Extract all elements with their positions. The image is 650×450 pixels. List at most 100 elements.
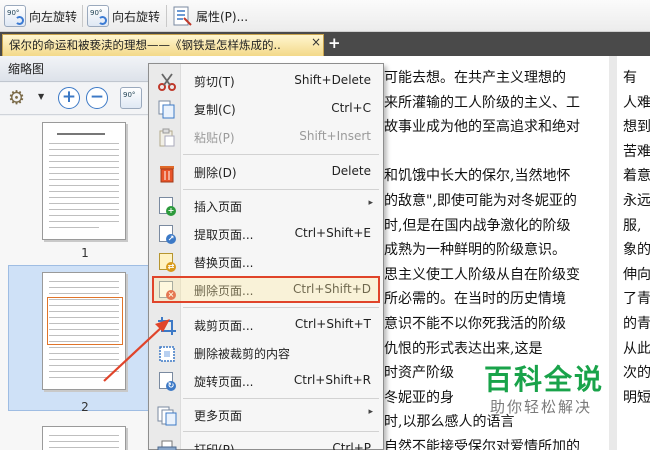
doc-line: 故事业成为他的至高追求和绝对	[384, 119, 580, 136]
thumbnail-panel: 缩略图 ⚙ ▼ + − 90° 1 2	[0, 56, 170, 450]
toolbar-divider	[82, 5, 83, 27]
main-toolbar: 90° 向左旋转 90° 向右旋转 属性(P)...	[0, 0, 650, 32]
extract-page-icon: ↗	[157, 225, 176, 244]
menu-item-shortcut: Ctrl+P	[332, 441, 371, 450]
doc-line: 可能去想。在共产主义理想的	[384, 70, 566, 86]
menu-separator	[183, 154, 379, 155]
page-number-2: 2	[81, 400, 89, 414]
menu-item-label: 更多页面	[194, 409, 243, 423]
doc-line: 服,	[623, 217, 642, 234]
highlight-annotation-box	[152, 276, 380, 303]
menu-item-insert-page[interactable]: + 插入页面 ▸	[149, 193, 383, 219]
menu-item-shortcut: Ctrl+Shift+R	[293, 373, 371, 387]
visible-region-indicator	[47, 297, 123, 345]
print-icon	[157, 440, 177, 450]
menu-item-label: 复制(C)	[194, 103, 236, 117]
toolbar-divider	[166, 5, 167, 27]
document-tab-bar: 保尔的命运和被亵渎的理想——《钢铁是怎样炼成的..	[0, 32, 650, 56]
doc-line: 意识不能不以你死我活的阶级	[384, 315, 566, 332]
doc-line: 想到	[623, 119, 650, 136]
doc-line: 有	[623, 70, 637, 86]
doc-line: 永远	[623, 192, 650, 209]
doc-line: 成熟为一种鲜明的阶级意识。	[384, 242, 566, 259]
tab-close-icon[interactable]: ×	[310, 35, 322, 49]
rotate-right-button[interactable]: 90° 向右旋转	[87, 3, 160, 29]
menu-item-label: 插入页面	[194, 200, 243, 214]
replace-page-icon: ⇄	[157, 253, 176, 272]
tab-active-document[interactable]: 保尔的命运和被亵渎的理想——《钢铁是怎样炼成的..	[2, 34, 324, 56]
doc-line: 着意	[623, 168, 650, 185]
gear-icon[interactable]: ⚙	[8, 88, 25, 108]
rotate-page-icon: ↻	[157, 372, 176, 391]
doc-line: 了青	[623, 291, 650, 308]
watermark-logo-text: 百科全说	[484, 363, 605, 396]
new-tab-icon[interactable]: +	[328, 36, 341, 51]
rotate-thumbnail-icon[interactable]: 90°	[120, 87, 142, 109]
doc-line: 人难	[623, 94, 650, 111]
menu-item-print[interactable]: 打印(P)... Ctrl+P	[149, 436, 383, 450]
doc-line	[384, 140, 606, 165]
menu-item-label: 提取页面...	[194, 228, 254, 242]
doc-line: 明短	[623, 389, 650, 406]
menu-item-label: 删除(D)	[194, 166, 237, 180]
menu-item-copy[interactable]: 复制(C) Ctrl+C	[149, 96, 383, 122]
rotate-left-button[interactable]: 90° 向左旋转	[4, 3, 77, 29]
chevron-right-icon: ▸	[368, 407, 373, 417]
doc-line: 时,但是在国内战争激化的阶级	[384, 217, 571, 234]
page-thumbnail-2[interactable]	[42, 272, 126, 390]
remove-cropped-icon	[157, 344, 175, 362]
doc-line: 来所灌输的工人阶级的主义、工	[384, 94, 580, 111]
menu-item-label: 粘贴(P)	[194, 131, 235, 145]
zoom-in-button[interactable]: +	[58, 87, 80, 109]
menu-item-shortcut: Ctrl+C	[331, 101, 371, 115]
doc-line: 伸向	[623, 266, 650, 283]
menu-item-cut[interactable]: 剪切(T) Shift+Delete	[149, 68, 383, 94]
page-thumbnail-1[interactable]	[42, 122, 126, 240]
menu-item-label: 剪切(T)	[194, 75, 235, 89]
rotate-left-label: 向左旋转	[29, 9, 78, 24]
doc-line: 的敌意",即使可能为对冬妮亚的	[384, 192, 577, 209]
scissors-icon	[157, 72, 176, 91]
menu-item-paste[interactable]: 粘贴(P) Shift+Insert	[149, 124, 383, 150]
thumbnail-panel-title: 缩略图	[0, 56, 170, 82]
page-thumbnail-3[interactable]	[42, 426, 126, 450]
menu-separator	[183, 398, 379, 399]
document-right-column: 有 人难 想到 苦难 着意 永远 服, 象的 伸向 了青 的青 从此 次的 明短	[623, 66, 650, 410]
menu-item-replace-page[interactable]: ⇄ 替换页面...	[149, 249, 383, 275]
menu-item-shortcut: Ctrl+Shift+E	[294, 226, 371, 240]
page-number-1: 1	[81, 246, 89, 260]
menu-item-delete[interactable]: 删除(D) Delete	[149, 159, 383, 185]
menu-item-shortcut: Shift+Insert	[299, 129, 371, 143]
chevron-right-icon: ▸	[368, 198, 373, 208]
menu-item-rotate-page[interactable]: ↻ 旋转页面... Ctrl+Shift+R	[149, 368, 383, 394]
doc-line: 从此	[623, 340, 650, 357]
menu-item-remove-cropped[interactable]: 删除被裁剪的内容	[149, 340, 383, 366]
menu-item-extract-page[interactable]: ↗ 提取页面... Ctrl+Shift+E	[149, 221, 383, 247]
properties-button[interactable]: 属性(P)...	[171, 3, 248, 29]
paste-icon	[157, 128, 175, 147]
rotate-right-icon: 90°	[87, 5, 109, 27]
doc-line: 和饥饿中长大的保尔,当然地怀	[384, 168, 571, 185]
doc-line: 自然不能接受保尔对爱情所加的	[384, 438, 580, 450]
thumbnail-toolbar: ⚙ ▼ + − 90°	[0, 83, 170, 115]
menu-item-more-pages[interactable]: 更多页面 ▸	[149, 402, 383, 428]
menu-separator	[183, 431, 379, 432]
chevron-down-icon[interactable]: ▼	[38, 92, 44, 101]
zoom-out-button[interactable]: −	[86, 87, 108, 109]
doc-line: 的青	[623, 315, 650, 332]
properties-label: 属性(P)...	[196, 9, 249, 24]
watermark-tagline: 助你轻松解决	[490, 398, 593, 416]
menu-item-label: 替换页面...	[194, 256, 254, 270]
menu-item-label: 裁剪页面...	[194, 319, 254, 333]
doc-line: 象的	[623, 242, 650, 259]
menu-item-label: 旋转页面...	[194, 375, 254, 389]
menu-separator	[183, 189, 379, 190]
doc-line: 思主义使工人阶级从自在阶级变	[384, 266, 580, 283]
page-gap	[609, 56, 617, 450]
menu-separator	[183, 307, 379, 308]
doc-line: 苦难	[623, 143, 650, 160]
doc-line: 所必需的。在当时的历史情境	[384, 291, 566, 308]
menu-item-crop-page[interactable]: 裁剪页面... Ctrl+Shift+T	[149, 312, 383, 338]
page-context-menu: 剪切(T) Shift+Delete 复制(C) Ctrl+C 粘贴(P) Sh…	[148, 63, 384, 450]
rotate-right-label: 向右旋转	[112, 9, 161, 24]
